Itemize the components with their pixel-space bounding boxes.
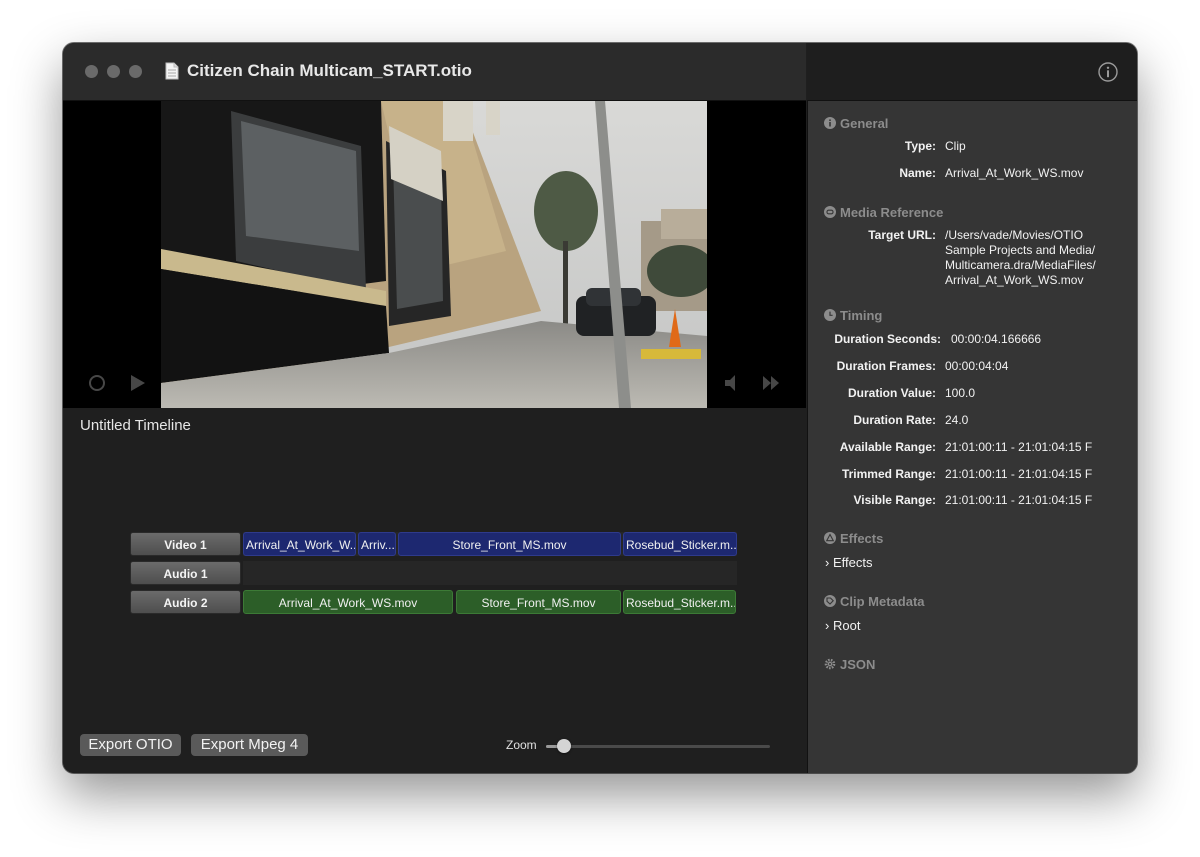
title-bar: Citizen Chain Multicam_START.otio: [63, 43, 806, 101]
duration-seconds-label: Duration Seconds:: [834, 332, 941, 346]
target-url-line: /Users/vade/Movies/OTIO: [945, 228, 1084, 242]
track-header-audio-1[interactable]: Audio 1: [130, 561, 241, 585]
track-lane-audio-2: Arrival_At_Work_WS.mov Store_Front_MS.mo…: [243, 590, 737, 614]
timeline-name: Untitled Timeline: [80, 417, 191, 434]
info-circle-icon: [824, 117, 836, 129]
clock-icon: [824, 309, 836, 321]
inspector-toolbar: [807, 43, 1137, 101]
metadata-root-disclosure[interactable]: › Root: [825, 618, 860, 633]
duration-seconds-value: 00:00:04.166666: [951, 332, 1042, 346]
link-icon: [824, 206, 836, 218]
duration-value: 100.0: [945, 386, 976, 400]
track-header-video-1[interactable]: Video 1: [130, 532, 241, 556]
section-timing[interactable]: Timing: [824, 308, 882, 323]
duration-frames-label: Duration Frames:: [836, 359, 936, 373]
name-value: Arrival_At_Work_WS.mov: [945, 166, 1084, 180]
track-lane-audio-1: [243, 561, 737, 585]
effects-disclosure[interactable]: › Effects: [825, 555, 872, 570]
type-value: Clip: [945, 139, 966, 153]
trimmed-range-label: Trimmed Range:: [841, 467, 936, 481]
section-effects[interactable]: Effects: [824, 531, 883, 546]
video-viewer[interactable]: [63, 101, 806, 408]
zoom-label: Zoom: [506, 738, 537, 752]
target-url-label: Target URL:: [868, 228, 936, 242]
export-otio-button[interactable]: Export OTIO: [80, 734, 181, 756]
type-label: Type:: [904, 139, 936, 153]
target-url-line: Arrival_At_Work_WS.mov: [945, 273, 1084, 287]
trimmed-range-value: 21:01:00:11 - 21:01:04:15 F: [945, 467, 1093, 481]
video-clip[interactable]: Arriv...: [358, 532, 396, 556]
timeline-panel: Untitled Timeline Video 1 Arrival_At_Wor…: [63, 408, 806, 773]
chevron-right-icon: ›: [825, 555, 830, 570]
metadata-root-label: Root: [832, 618, 861, 633]
duration-value-label: Duration Value:: [847, 386, 936, 400]
section-effects-title: Effects: [840, 531, 884, 546]
export-mpeg4-button[interactable]: Export Mpeg 4: [191, 734, 308, 756]
loop-icon[interactable]: [87, 373, 107, 393]
minimize-window-button[interactable]: [107, 65, 120, 78]
volume-icon[interactable]: [723, 373, 745, 393]
effects-item-label: Effects: [832, 555, 873, 570]
section-json-title: JSON: [840, 657, 876, 672]
play-icon[interactable]: [129, 373, 147, 393]
duration-frames-value: 00:00:04:04: [945, 359, 1009, 373]
video-frame-image: [161, 101, 707, 408]
video-clip[interactable]: Arrival_At_Work_W...: [243, 532, 356, 556]
section-timing-title: Timing: [840, 308, 883, 323]
document-icon: [165, 62, 179, 80]
chevron-right-icon: ›: [825, 618, 830, 633]
video-clip[interactable]: Store_Front_MS.mov: [398, 532, 621, 556]
track-header-audio-2[interactable]: Audio 2: [130, 590, 241, 614]
inspector-sidebar: General Type: Clip Name: Arrival_At_Work…: [807, 101, 1137, 773]
zoom-slider[interactable]: [546, 739, 770, 753]
window-title: Citizen Chain Multicam_START.otio: [187, 61, 472, 80]
video-clip[interactable]: Rosebud_Sticker.m...: [623, 532, 737, 556]
gear-icon: [824, 658, 836, 670]
video-frame: [161, 101, 707, 408]
track-lane-video-1: Arrival_At_Work_W... Arriv... Store_Fron…: [243, 532, 737, 556]
audio-clip[interactable]: Rosebud_Sticker.m...: [623, 590, 736, 614]
available-range-label: Available Range:: [839, 440, 936, 454]
tag-icon: [824, 595, 836, 607]
target-url-line: Sample Projects and Media/: [945, 243, 1096, 257]
info-icon[interactable]: [1097, 61, 1119, 83]
section-general-title: General: [840, 116, 889, 131]
target-url-line: Multicamera.dra/MediaFiles/: [945, 258, 1096, 272]
audio-clip[interactable]: Store_Front_MS.mov: [456, 590, 621, 614]
section-media-reference[interactable]: Media Reference: [824, 205, 943, 220]
section-general[interactable]: General: [824, 116, 888, 131]
effects-icon: [824, 532, 836, 544]
audio-clip[interactable]: Arrival_At_Work_WS.mov: [243, 590, 453, 614]
section-json[interactable]: JSON: [824, 657, 875, 672]
section-clip-metadata[interactable]: Clip Metadata: [824, 594, 925, 609]
available-range-value: 21:01:00:11 - 21:01:04:15 F: [945, 440, 1093, 454]
visible-range-value: 21:01:00:11 - 21:01:04:15 F: [945, 493, 1093, 507]
section-media-reference-title: Media Reference: [840, 205, 944, 220]
duration-rate-label: Duration Rate:: [853, 413, 936, 427]
app-window: Citizen Chain Multicam_START.otio Untitl…: [63, 43, 1137, 773]
duration-rate-value: 24.0: [945, 413, 969, 427]
zoom-window-button[interactable]: [129, 65, 142, 78]
zoom-slider-knob[interactable]: [556, 739, 571, 753]
visible-range-label: Visible Range:: [853, 493, 936, 507]
name-label: Name:: [899, 166, 936, 180]
close-window-button[interactable]: [85, 65, 98, 78]
fast-forward-icon[interactable]: [761, 373, 781, 393]
section-clip-metadata-title: Clip Metadata: [840, 594, 925, 609]
